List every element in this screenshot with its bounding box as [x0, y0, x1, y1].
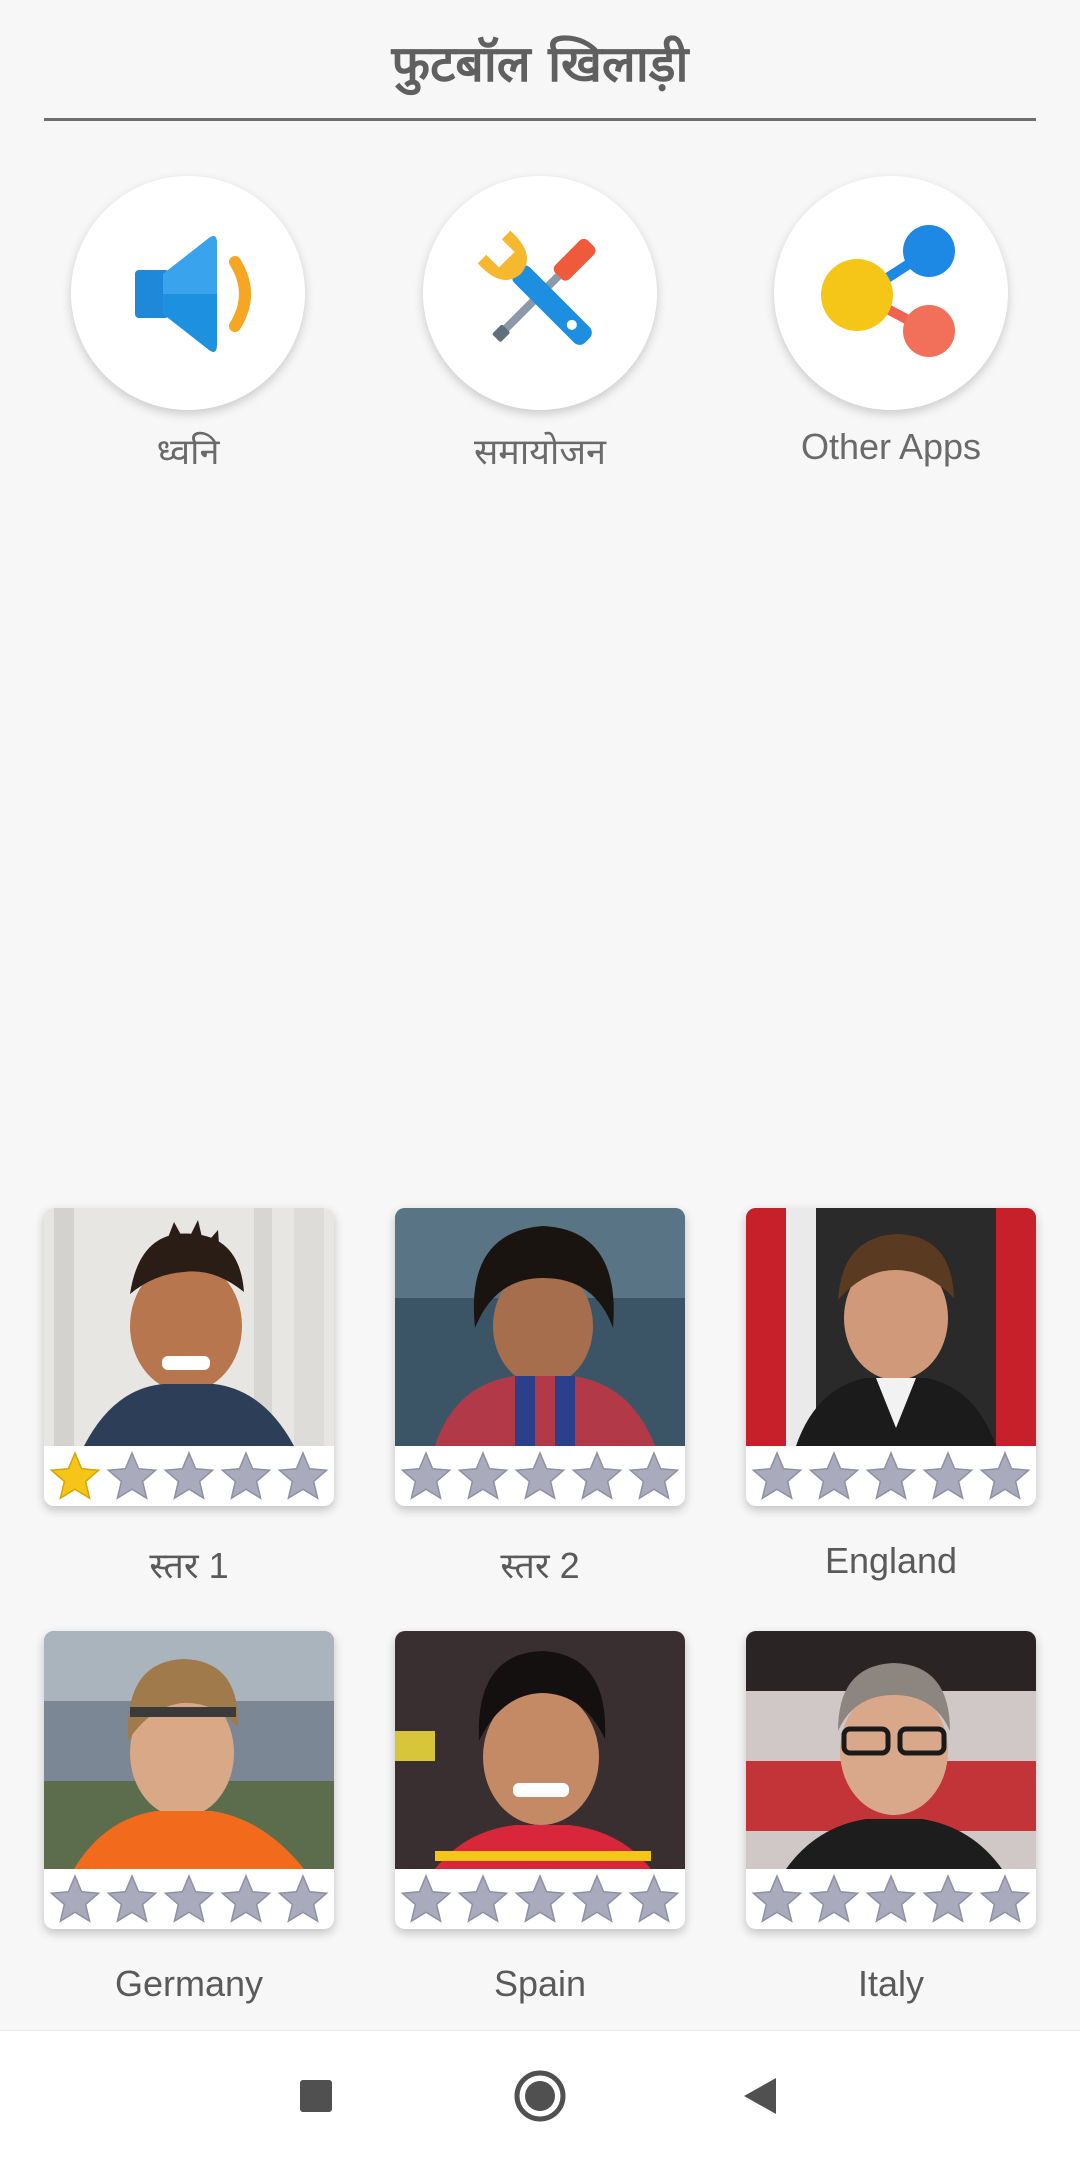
- level-label: England: [824, 1540, 958, 1581]
- home-circle-icon: [514, 2070, 566, 2122]
- star-empty-icon: [277, 1874, 329, 1923]
- other-apps-button[interactable]: Other Apps: [731, 174, 1051, 484]
- star-empty-icon: [628, 1451, 680, 1500]
- player-photo: [44, 1208, 334, 1446]
- page-title: फुटबॉल खिलाड़ी: [391, 35, 689, 93]
- star-empty-icon: [514, 1874, 566, 1923]
- star-rating: [48, 1873, 330, 1925]
- star-empty-icon: [865, 1451, 917, 1500]
- star-empty-icon: [277, 1451, 329, 1500]
- star-empty-icon: [400, 1874, 452, 1923]
- star-rating: [399, 1873, 681, 1925]
- level-frame[interactable]: [746, 1208, 1036, 1506]
- header: फुटबॉल खिलाड़ी: [0, 0, 1080, 122]
- recents-button[interactable]: [276, 2061, 356, 2131]
- star-empty-icon: [865, 1874, 917, 1923]
- settings-circle[interactable]: [423, 176, 657, 410]
- star-empty-icon: [808, 1874, 860, 1923]
- star-empty-icon: [400, 1451, 452, 1500]
- title-divider: [44, 118, 1036, 121]
- top-buttons: ध्वनि समायोजन Other Apps: [0, 174, 1080, 484]
- player-photo: [746, 1631, 1036, 1869]
- level-frame[interactable]: [746, 1631, 1036, 1929]
- player-photo: [395, 1631, 685, 1869]
- star-empty-icon: [922, 1451, 974, 1500]
- star-empty-icon: [571, 1451, 623, 1500]
- sound-button[interactable]: ध्वनि: [28, 174, 348, 484]
- star-empty-icon: [979, 1874, 1031, 1923]
- star-empty-icon: [751, 1874, 803, 1923]
- star-empty-icon: [808, 1451, 860, 1500]
- star-empty-icon: [922, 1874, 974, 1923]
- level-label: Spain: [493, 1963, 587, 2004]
- star-rating: [399, 1450, 681, 1502]
- recents-square-icon: [300, 2080, 332, 2112]
- level-grid: स्तर 1 स्तर 2 England Germany Spain Ital…: [0, 1208, 1080, 2008]
- star-empty-icon: [106, 1874, 158, 1923]
- settings-label: समायोजन: [473, 431, 607, 472]
- back-button[interactable]: [720, 2061, 800, 2131]
- star-empty-icon: [163, 1451, 215, 1500]
- star-filled-icon: [49, 1451, 101, 1500]
- other-apps-circle[interactable]: [774, 176, 1008, 410]
- star-empty-icon: [49, 1874, 101, 1923]
- speaker-icon: [135, 236, 251, 352]
- level-label: स्तर 2: [500, 1545, 580, 1586]
- star-empty-icon: [457, 1451, 509, 1500]
- other-apps-label: Other Apps: [800, 426, 982, 467]
- level-frame[interactable]: [44, 1631, 334, 1929]
- sound-circle[interactable]: [71, 176, 305, 410]
- star-empty-icon: [106, 1451, 158, 1500]
- star-empty-icon: [220, 1874, 272, 1923]
- sound-label: ध्वनि: [156, 431, 220, 472]
- tools-icon: [477, 230, 596, 345]
- star-rating: [750, 1450, 1032, 1502]
- level-frame[interactable]: [395, 1208, 685, 1506]
- player-photo: [395, 1208, 685, 1446]
- player-photo: [746, 1208, 1036, 1446]
- system-nav-bar: [0, 2030, 1080, 2160]
- star-empty-icon: [628, 1874, 680, 1923]
- star-empty-icon: [514, 1451, 566, 1500]
- star-empty-icon: [571, 1874, 623, 1923]
- player-photo: [44, 1631, 334, 1869]
- star-empty-icon: [220, 1451, 272, 1500]
- level-label: Italy: [857, 1963, 925, 2004]
- star-rating: [48, 1450, 330, 1502]
- home-button[interactable]: [500, 2061, 580, 2131]
- back-triangle-icon: [744, 2078, 776, 2114]
- level-frame[interactable]: [44, 1208, 334, 1506]
- star-empty-icon: [979, 1451, 1031, 1500]
- star-empty-icon: [163, 1874, 215, 1923]
- star-empty-icon: [457, 1874, 509, 1923]
- settings-button[interactable]: समायोजन: [380, 174, 700, 484]
- level-label: स्तर 1: [149, 1545, 229, 1586]
- level-frame[interactable]: [395, 1631, 685, 1929]
- share-icon: [821, 225, 955, 357]
- level-label: Germany: [114, 1963, 264, 2004]
- star-empty-icon: [751, 1451, 803, 1500]
- star-rating: [750, 1873, 1032, 1925]
